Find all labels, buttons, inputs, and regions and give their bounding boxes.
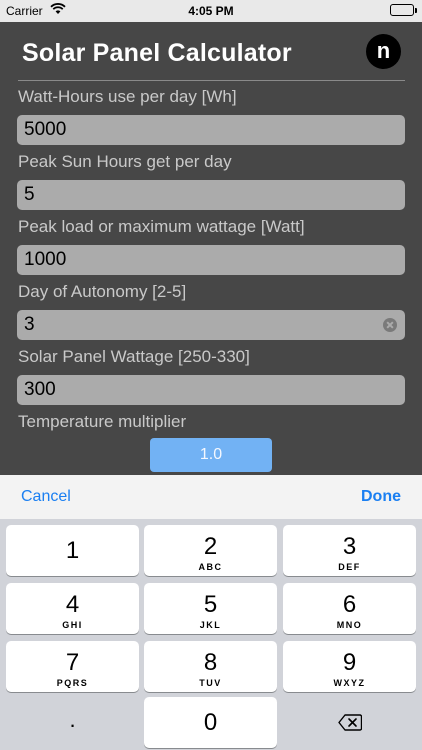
key-0-label: 0 [203,709,218,736]
autonomy-label: Day of Autonomy [2-5] [18,282,187,301]
key-7-label: 7 [65,649,80,676]
key-7[interactable]: 7 PQRS [6,641,139,692]
panel-wattage-input[interactable]: 300 [17,375,405,405]
key-decimal-label: . [69,707,76,732]
key-9[interactable]: 9 WXYZ [283,641,416,692]
key-5-label: 5 [203,591,218,618]
key-4-letters: GHI [62,620,83,630]
backspace-key[interactable] [283,697,416,748]
cancel-button[interactable]: Cancel [21,488,71,506]
app-logo[interactable]: n [366,34,401,69]
autonomy-input[interactable]: 3 [17,310,405,340]
key-6[interactable]: 6 MNO [283,583,416,634]
peak-load-label: Peak load or maximum wattage [Watt] [18,217,305,236]
autonomy-value: 3 [24,314,35,335]
key-4[interactable]: 4 GHI [6,583,139,634]
peak-load-input[interactable]: 1000 [17,245,405,275]
watt-hours-label: Watt-Hours use per day [Wh] [18,87,237,106]
keyboard-toolbar: Cancel Done [0,475,422,519]
sun-hours-input[interactable]: 5 [17,180,405,210]
key-3-letters: DEF [338,562,361,572]
temperature-multiplier-label: Temperature multiplier [18,412,187,431]
header-divider [18,80,405,81]
panel-wattage-label: Solar Panel Wattage [250-330] [18,347,250,366]
key-6-label: 6 [342,591,357,618]
key-0[interactable]: 0 [144,697,277,748]
sun-hours-label: Peak Sun Hours get per day [18,152,232,171]
key-3-label: 3 [342,533,357,560]
battery-icon [390,4,417,16]
key-2-label: 2 [203,533,218,560]
key-decimal[interactable]: . [6,697,139,748]
clear-icon[interactable] [383,318,397,332]
key-5[interactable]: 5 JKL [144,583,277,634]
key-1[interactable]: 1 [6,525,139,576]
app-header: Solar Panel Calculator n [0,22,422,82]
clock-time: 4:05 PM [188,4,234,18]
key-4-label: 4 [65,591,80,618]
key-8-letters: TUV [199,678,222,688]
key-2-letters: ABC [198,562,223,572]
key-1-label: 1 [65,537,80,564]
key-7-letters: PQRS [56,678,89,688]
status-bar: Carrier 4:05 PM [0,0,422,22]
key-9-label: 9 [342,649,357,676]
backspace-icon [338,714,363,736]
key-8-label: 8 [203,649,218,676]
numeric-keyboard: Cancel Done 1 2 ABC 3 DEF 4 GHI 5 JKL 6 … [0,475,422,750]
key-3[interactable]: 3 DEF [283,525,416,576]
temperature-multiplier-button[interactable]: 1.0 [150,438,272,472]
key-9-letters: WXYZ [333,678,366,688]
done-button[interactable]: Done [361,488,401,506]
key-5-letters: JKL [199,620,222,630]
key-8[interactable]: 8 TUV [144,641,277,692]
watt-hours-input[interactable]: 5000 [17,115,405,145]
key-2[interactable]: 2 ABC [144,525,277,576]
page-title: Solar Panel Calculator [22,39,292,67]
key-6-letters: MNO [336,620,363,630]
